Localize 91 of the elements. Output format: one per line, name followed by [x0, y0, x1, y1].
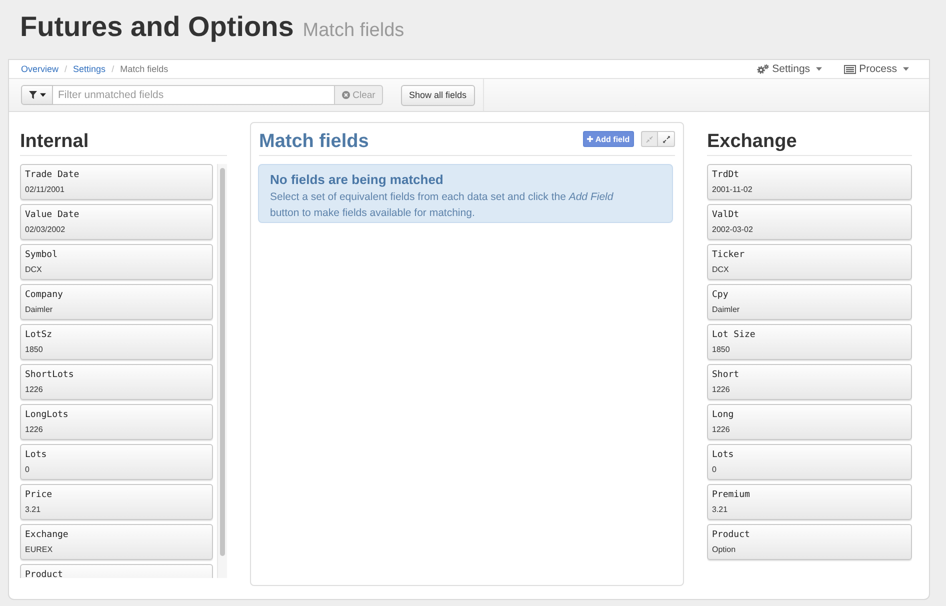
field-card[interactable]: ShortLots 1226	[20, 364, 213, 400]
field-card[interactable]: Long 1226	[707, 404, 912, 440]
field-card[interactable]: Lots 0	[707, 444, 912, 480]
field-card[interactable]: ValDt 2002-03-02	[707, 204, 912, 240]
field-name: Trade Date	[25, 169, 80, 182]
show-all-button[interactable]: Show all fields	[401, 84, 475, 106]
field-name: Company	[25, 289, 63, 302]
expand-icon	[662, 136, 670, 142]
process-menu[interactable]: Process	[844, 63, 909, 75]
field-value: EUREX	[25, 545, 53, 555]
field-card[interactable]: Lot Size 1850	[707, 324, 912, 360]
x-circle-icon	[342, 91, 350, 99]
field-value: 0	[712, 465, 716, 475]
field-name: Cpy	[712, 289, 728, 302]
field-value: 1226	[25, 385, 43, 395]
filter-button[interactable]	[21, 85, 53, 105]
field-value: 3.21	[25, 505, 41, 515]
field-card[interactable]: Premium 3.21	[707, 484, 912, 520]
field-name: Lots	[25, 449, 47, 462]
breadcrumb-separator: /	[112, 64, 114, 74]
field-value: 1226	[712, 385, 730, 395]
field-name: TrdDt	[712, 169, 740, 182]
field-value: 1226	[25, 425, 43, 435]
field-card[interactable]: Lots 0	[20, 444, 213, 480]
field-card[interactable]: LotSz 1850	[20, 324, 213, 360]
column-heading: Internal	[20, 131, 89, 153]
column-heading: Exchange	[707, 131, 797, 153]
field-name: Product	[25, 569, 63, 578]
alert-text: Select a set of equivalent fields from each data set and click the Add Field button to make fields available for matching.	[270, 190, 614, 221]
field-card[interactable]: Exchange EUREX	[20, 524, 213, 560]
field-value: 1850	[712, 345, 730, 355]
compress-icon	[646, 136, 653, 142]
field-value: Daimler	[712, 305, 740, 315]
panel-heading: Match fields	[259, 131, 369, 153]
field-name: Product	[712, 529, 750, 542]
field-card[interactable]: Price 3.21	[20, 484, 213, 520]
field-card[interactable]: Short 1226	[707, 364, 912, 400]
field-value: 02/11/2001	[25, 185, 64, 195]
field-card[interactable]: LongLots 1226	[20, 404, 213, 440]
field-name: LotSz	[25, 329, 52, 342]
field-value: 2002-03-02	[712, 225, 753, 235]
field-name: ValDt	[712, 209, 740, 222]
field-value: DCX	[712, 265, 729, 275]
funnel-icon	[28, 91, 36, 99]
plus-icon	[587, 136, 594, 142]
field-value: Option	[712, 545, 736, 555]
field-card[interactable]: Cpy Daimler	[707, 284, 912, 320]
page-title: Futures and Options	[20, 10, 294, 44]
field-name: Premium	[712, 489, 750, 502]
field-name: Ticker	[712, 249, 745, 262]
caret-icon	[816, 67, 822, 71]
field-value: DCX	[25, 265, 42, 275]
caret-icon	[903, 67, 909, 71]
field-value: 3.21	[712, 505, 728, 515]
field-card[interactable]: TrdDt 2001-11-02	[707, 164, 912, 200]
field-card[interactable]: Symbol DCX	[20, 244, 213, 280]
field-name: Value Date	[25, 209, 80, 222]
field-card[interactable]: Product	[20, 564, 213, 578]
list-icon	[844, 64, 856, 74]
breadcrumb-current: Match fields	[120, 64, 168, 74]
field-card[interactable]: Value Date 02/03/2002	[20, 204, 213, 240]
field-name: ShortLots	[25, 369, 74, 382]
field-card[interactable]: Product Option	[707, 524, 912, 560]
field-name: Short	[712, 369, 740, 382]
breadcrumb-link[interactable]: Settings	[73, 64, 106, 74]
field-value: 1850	[25, 345, 43, 355]
field-name: LongLots	[25, 409, 68, 422]
field-card[interactable]: Ticker DCX	[707, 244, 912, 280]
field-name: Price	[25, 489, 52, 502]
breadcrumb-link[interactable]: Overview	[21, 64, 59, 74]
expand-button[interactable]	[658, 131, 675, 147]
breadcrumb-separator: /	[64, 64, 68, 74]
field-name: Exchange	[25, 529, 68, 542]
page-subtitle: Match fields	[302, 20, 404, 42]
caret-icon	[40, 93, 46, 97]
field-value: Daimler	[25, 305, 53, 315]
settings-menu[interactable]: Settings	[757, 63, 822, 75]
field-card[interactable]: Trade Date 02/11/2001	[20, 164, 213, 200]
field-name: Lots	[712, 449, 734, 462]
field-value: 02/03/2002	[25, 225, 66, 235]
field-name: Lot Size	[712, 329, 756, 342]
field-name: Symbol	[25, 249, 58, 262]
field-value: 2001-11-02	[712, 185, 752, 195]
field-card[interactable]: Company Daimler	[20, 284, 213, 320]
field-value: 0	[25, 465, 30, 475]
field-name: Long	[712, 409, 734, 422]
alert-heading: No fields are being matched	[270, 172, 444, 188]
field-value: 1226	[712, 425, 730, 435]
filter-field[interactable]: Filter unmatched fields	[53, 85, 334, 105]
scrollbar-thumb[interactable]	[220, 168, 225, 556]
gears-icon	[757, 64, 770, 74]
